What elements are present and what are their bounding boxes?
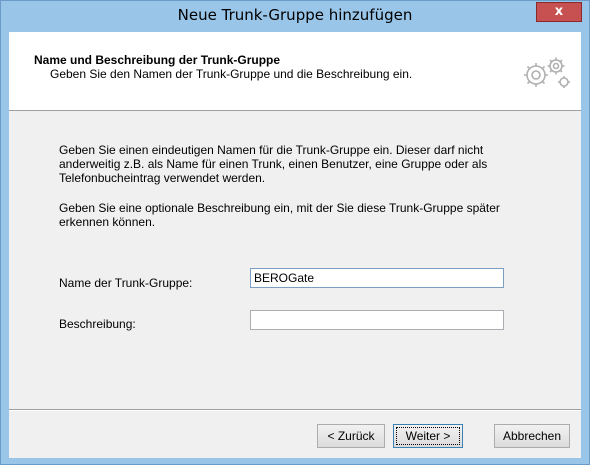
next-button-label: Weiter > bbox=[396, 427, 460, 445]
close-button[interactable]: x bbox=[536, 2, 582, 22]
next-button[interactable]: Weiter > bbox=[393, 424, 463, 448]
name-instructions: Geben Sie einen eindeutigen Namen für di… bbox=[59, 143, 488, 185]
description-instructions: Geben Sie eine optionale Beschreibung ei… bbox=[59, 201, 500, 229]
header-title: Name und Beschreibung der Trunk-Gruppe bbox=[34, 53, 281, 67]
dialog-content: Name und Beschreibung der Trunk-Gruppe G… bbox=[9, 32, 581, 458]
gears-icon bbox=[524, 57, 570, 88]
description-input[interactable] bbox=[250, 310, 504, 330]
title-bar[interactable]: Neue Trunk-Gruppe hinzufügen x bbox=[1, 1, 589, 31]
description-label: Beschreibung: bbox=[59, 317, 136, 331]
window-title: Neue Trunk-Gruppe hinzufügen bbox=[177, 6, 413, 24]
wizard-header: Name und Beschreibung der Trunk-Gruppe G… bbox=[9, 32, 581, 111]
name-label: Name der Trunk-Gruppe: bbox=[59, 276, 193, 290]
cancel-button[interactable]: Abbrechen bbox=[494, 424, 570, 448]
trunk-group-name-input[interactable] bbox=[250, 268, 504, 288]
header-subtitle: Geben Sie den Namen der Trunk-Gruppe und… bbox=[50, 67, 413, 81]
back-button[interactable]: < Zurück bbox=[317, 424, 385, 448]
footer-separator bbox=[9, 409, 581, 411]
dialog-window: Neue Trunk-Gruppe hinzufügen x Name und … bbox=[0, 0, 590, 465]
